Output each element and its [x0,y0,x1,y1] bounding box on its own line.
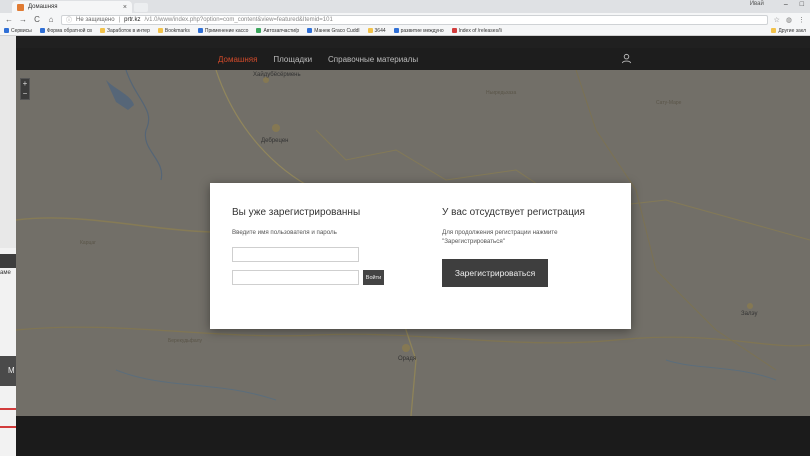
background-window: аме М [0,248,16,456]
page-top-band [0,36,810,48]
map-label: Орадя [398,356,417,362]
bookmark-star-icon[interactable]: ☆ [774,16,780,24]
map-label: Карцаг [80,240,96,246]
register-section: У вас отсудствует регистрация Для продол… [442,207,612,246]
globe-icon [393,28,399,33]
auth-modal: Вы уже зарегистрированны Введите имя пол… [210,183,631,329]
folder-icon [771,28,777,33]
map-label: Хайдубёсёрмень [253,72,301,78]
site-navbar: Домашняя Площадки Справочные материалы [16,48,810,70]
bookmark-item[interactable]: Bookmarks [157,27,190,34]
browser-tab-strip: Домашняя × Ивай – □ [0,0,810,13]
bookmark-label: 3644 [374,27,386,34]
zoom-in-button[interactable]: + [21,79,29,89]
left-background [0,36,16,248]
forward-button[interactable]: → [19,15,27,24]
tab-title: Домашняя [28,4,58,10]
bookmark-label: Сервисы [11,27,32,34]
other-bookmarks[interactable]: Другие закл [771,28,806,34]
minimize-button[interactable]: – [784,1,788,8]
bookmark-label: развитие междуно [400,27,444,34]
bookmark-item[interactable]: Сервисы [4,28,32,34]
star-icon [157,28,163,33]
map-label: Ньиредьхаза [486,90,517,96]
favicon-icon [17,3,24,11]
map-label: Дебрецен [261,138,289,144]
security-label: Не защищено [76,16,115,23]
divider [0,408,16,410]
url-host: prtr.kz [124,16,141,23]
user-icon[interactable] [621,53,632,64]
bookmark-label: Форма обратной св [46,27,92,34]
toolbar-icons: ☆ ◍ ⋮ [774,16,805,24]
zoom-out-button[interactable]: − [21,89,29,99]
bookmark-label: Другие закл [778,27,806,34]
nav-link-home[interactable]: Домашняя [218,55,257,64]
username-field[interactable] [232,247,359,262]
folder-icon [367,28,373,33]
bookmark-label: Применение кассо [204,27,249,34]
maximize-button[interactable]: □ [800,1,804,8]
password-field[interactable] [232,270,359,285]
bookmark-label: Манеж Graco Cuddl [314,27,360,34]
bookmark-label: Index of /releases/li [458,27,502,34]
extension-icon[interactable]: ◍ [786,16,792,24]
bookmark-icon [39,28,45,33]
nav-link-reference[interactable]: Справочные материалы [328,55,418,64]
register-button[interactable]: Зарегистрироваться [442,259,548,287]
background-window-text: аме [0,270,11,276]
bookmark-item[interactable]: Применение кассо [197,27,249,34]
nav-links: Домашняя Площадки Справочные материалы [218,55,434,64]
login-button[interactable]: Войти [363,270,384,285]
browser-tab[interactable]: Домашняя × [12,1,132,13]
login-section: Вы уже зарегистрированны Введите имя пол… [232,207,402,237]
profile-name[interactable]: Ивай [750,1,764,8]
menu-icon[interactable]: ⋮ [798,16,805,24]
login-title: Вы уже зарегистрированны [232,207,361,218]
bookmark-item[interactable]: развитие междуно [393,27,444,34]
map-label: Сату-Маре [656,100,682,106]
bookmark-icon [451,28,457,33]
bookmark-icon [256,28,262,33]
window-controls: Ивай – □ [750,1,804,8]
map-label: Залэу [741,311,758,317]
bookmark-item[interactable]: Index of /releases/li [451,27,502,34]
bookmark-item[interactable]: Манеж Graco Cuddl [307,27,360,34]
bookmark-label: Автозапчасти/р [263,27,300,34]
url-path: /v1.0/www/index.php?option=com_content&v… [144,16,333,23]
back-button[interactable]: ← [5,15,13,24]
apps-icon [4,28,9,33]
bookmark-label: Заработок в интер [106,27,150,34]
bookmark-item[interactable]: Заработок в интер [99,27,150,34]
bookmark-icon [307,28,313,33]
folder-icon [99,28,105,33]
address-bar[interactable]: ⓘ Не защищено | prtr.kz /v1.0/www/index.… [61,14,768,25]
home-button[interactable]: ⌂ [47,15,55,24]
tab-close-icon[interactable]: × [123,4,127,11]
map-label: Берекудьфалу [168,338,203,344]
bookmark-item[interactable]: Форма обратной св [39,27,92,34]
register-instruction: Для продолжения регистрации нажмите "Зар… [442,229,558,245]
bookmark-label: Bookmarks [164,27,190,34]
bookmark-icon [197,28,203,33]
background-window-button: М [0,356,16,386]
bookmarks-bar: Сервисы Форма обратной св Заработок в ин… [0,26,810,36]
bookmark-item[interactable]: 3644 [367,27,386,34]
reload-button[interactable]: C [33,15,41,24]
new-tab-button[interactable] [134,3,148,12]
browser-toolbar: ← → C ⌂ ⓘ Не защищено | prtr.kz /v1.0/ww… [0,13,810,26]
info-icon[interactable]: ⓘ [66,15,72,24]
site-footer [16,416,810,456]
background-window-bar [0,254,16,268]
login-instruction: Введите имя пользователя и пароль [232,229,337,236]
bookmark-item[interactable]: Автозапчасти/р [256,28,299,34]
separator: | [118,16,121,23]
map-zoom-control: + − [20,78,30,100]
nav-link-sites[interactable]: Площадки [273,55,312,64]
register-title: У вас отсудствует регистрация [442,207,585,218]
divider [0,426,16,428]
